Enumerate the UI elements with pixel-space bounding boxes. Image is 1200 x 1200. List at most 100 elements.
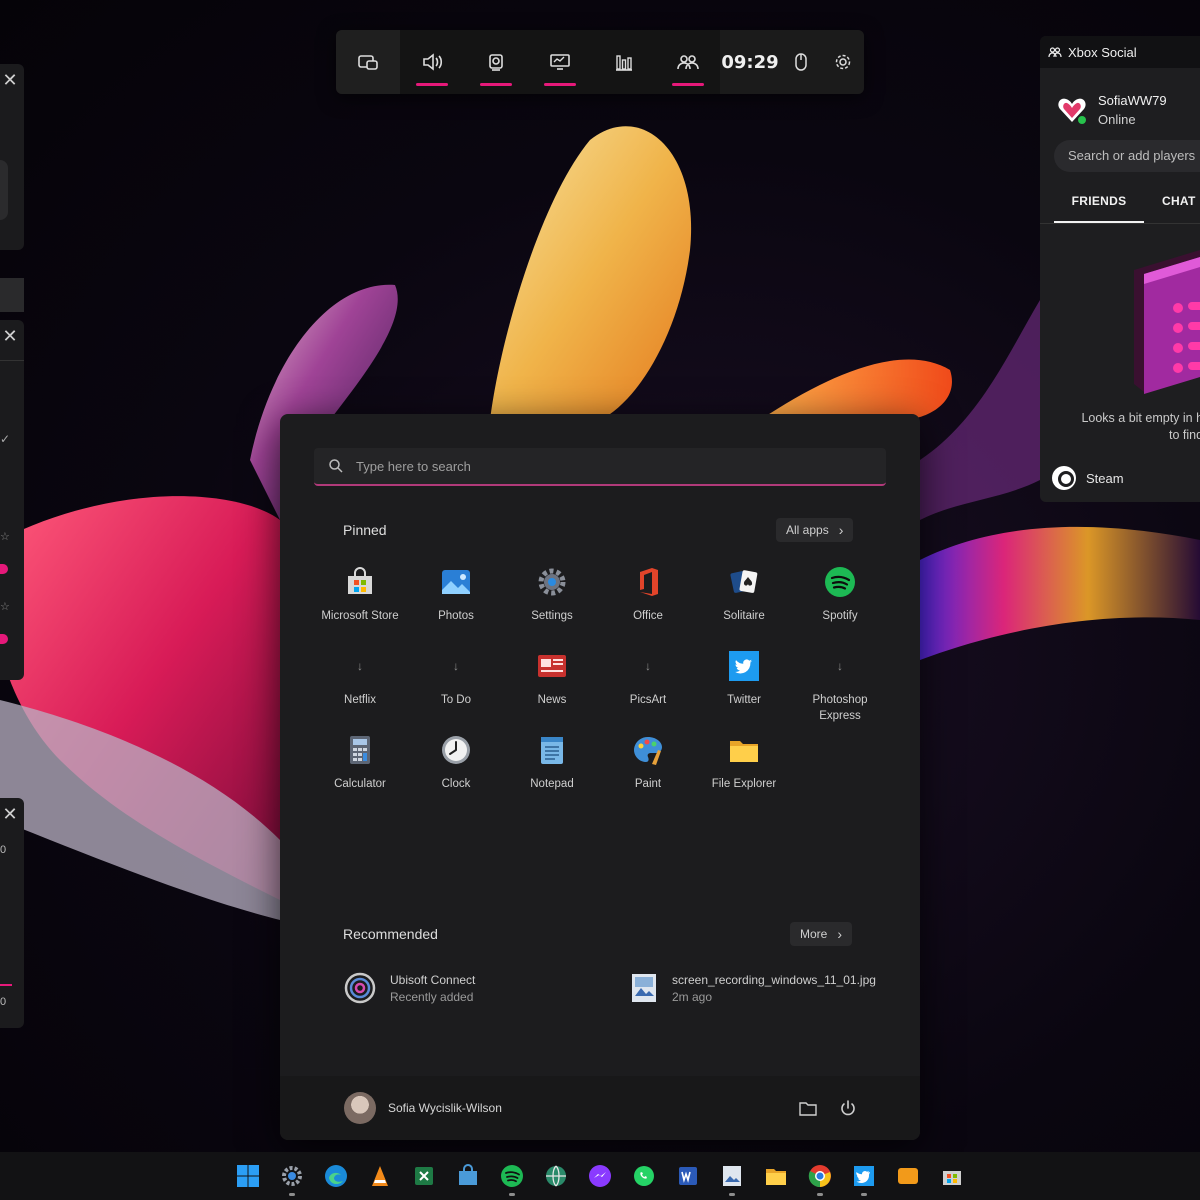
- close-icon[interactable]: ✕: [0, 70, 20, 90]
- app-label: Paint: [634, 778, 662, 790]
- more-label: More: [800, 927, 828, 941]
- close-icon[interactable]: ✕: [0, 804, 20, 824]
- app-spotify[interactable]: Spotify: [792, 560, 888, 644]
- app-twitter[interactable]: Twitter: [696, 644, 792, 728]
- taskbar-start[interactable]: [232, 1160, 264, 1192]
- taskbar-settings[interactable]: [276, 1160, 308, 1196]
- app-label: To Do: [440, 694, 472, 706]
- mouse-icon: [795, 53, 807, 71]
- social-user[interactable]: SofiaWW79 Online: [1040, 68, 1200, 140]
- power-icon[interactable]: [839, 1099, 857, 1117]
- app-calculator[interactable]: Calculator: [312, 728, 408, 812]
- recommended-title-text: Ubisoft Connect: [390, 972, 476, 987]
- widget-menu-button[interactable]: [336, 30, 400, 94]
- taskbar-messenger[interactable]: [584, 1160, 616, 1192]
- taskbar-ms-store[interactable]: [936, 1160, 968, 1192]
- active-indicator: [416, 83, 448, 86]
- performance-button[interactable]: [528, 30, 592, 94]
- taskbar-browser[interactable]: [540, 1160, 572, 1192]
- chevron-right-icon: ›: [837, 926, 843, 942]
- app-label: File Explorer: [711, 778, 777, 790]
- xbox-social-icon: [677, 55, 699, 70]
- running-indicator: [289, 1193, 295, 1196]
- left-widget-achievements: ✕ ✓ ☆ ☆: [0, 320, 24, 680]
- all-apps-button[interactable]: All apps ›: [776, 518, 854, 542]
- recommended-title-text: screen_recording_windows_11_01.jpg: [672, 972, 876, 987]
- app-picsart[interactable]: ↓ PicsArt: [600, 644, 696, 728]
- spotify-icon: [501, 1165, 523, 1187]
- app-netflix[interactable]: ↓ Netflix: [312, 644, 408, 728]
- recommended-item[interactable]: screen_recording_windows_11_01.jpg 2m ag…: [630, 972, 876, 1004]
- avatar[interactable]: [344, 1092, 376, 1124]
- taskbar-chrome[interactable]: [804, 1160, 836, 1196]
- notepad-icon: [536, 734, 568, 766]
- tab-friends[interactable]: FRIENDS: [1054, 186, 1144, 224]
- taskbar-spotify[interactable]: [496, 1160, 528, 1196]
- widget-bar: [0, 278, 24, 312]
- recommended-subtitle: Recently added: [390, 989, 474, 1004]
- taskbar-vlc[interactable]: [364, 1160, 396, 1192]
- download-icon: ↓: [453, 659, 459, 673]
- social-header: Xbox Social: [1040, 36, 1200, 68]
- active-indicator: [480, 83, 512, 86]
- app-notepad[interactable]: Notepad: [504, 728, 600, 812]
- start-search-input[interactable]: [356, 458, 856, 474]
- user-name[interactable]: Sofia Wycislik-Wilson: [388, 1101, 502, 1115]
- app-solitaire[interactable]: Solitaire: [696, 560, 792, 644]
- app-paint[interactable]: Paint: [600, 728, 696, 812]
- app-todo[interactable]: ↓ To Do: [408, 644, 504, 728]
- app-microsoft-store[interactable]: Microsoft Store: [312, 560, 408, 644]
- steam-link[interactable]: Steam: [1052, 466, 1200, 490]
- more-button[interactable]: More ›: [790, 922, 853, 946]
- close-icon[interactable]: ✕: [0, 326, 20, 346]
- social-title: Xbox Social: [1068, 44, 1137, 60]
- app-label: Netflix: [344, 694, 376, 706]
- taskbar-whatsapp[interactable]: [628, 1160, 660, 1192]
- taskbar-file-explorer[interactable]: [760, 1160, 792, 1192]
- settings-button[interactable]: [822, 30, 864, 94]
- taskbar-twitter[interactable]: [848, 1160, 880, 1196]
- taskbar-store[interactable]: [452, 1160, 484, 1192]
- recommended-item[interactable]: Ubisoft Connect Recently added: [344, 972, 475, 1004]
- app-orange-icon: [898, 1168, 918, 1184]
- app-photos[interactable]: Photos: [408, 560, 504, 644]
- audio-button[interactable]: [400, 30, 464, 94]
- app-news[interactable]: News: [504, 644, 600, 728]
- recommended-subtitle: 2m ago: [672, 989, 713, 1004]
- chrome-icon: [808, 1165, 831, 1188]
- word-icon: [679, 1167, 697, 1185]
- app-clock[interactable]: Clock: [408, 728, 504, 812]
- taskbar-snipping[interactable]: [716, 1160, 748, 1196]
- mouse-button[interactable]: [780, 30, 822, 94]
- start-footer: Sofia Wycislik-Wilson: [280, 1076, 920, 1140]
- app-settings[interactable]: Settings: [504, 560, 600, 644]
- tab-chat[interactable]: CHAT: [1162, 186, 1196, 224]
- app-office[interactable]: Office: [600, 560, 696, 644]
- social-search-input[interactable]: Search or add players: [1054, 140, 1200, 172]
- audio-icon: [423, 53, 443, 71]
- taskbar-app-orange[interactable]: [892, 1160, 924, 1192]
- folder-icon: [728, 734, 760, 766]
- tab-divider: [1040, 223, 1200, 224]
- app-file-explorer[interactable]: File Explorer: [696, 728, 792, 812]
- app-photoshop-express[interactable]: ↓ Photoshop Express: [792, 644, 888, 728]
- resources-button[interactable]: [592, 30, 656, 94]
- all-apps-label: All apps: [786, 523, 829, 537]
- active-indicator: [672, 83, 704, 86]
- steam-icon: [1052, 466, 1076, 490]
- steam-label: Steam: [1086, 470, 1124, 486]
- taskbar-word[interactable]: [672, 1160, 704, 1192]
- taskbar: [0, 1152, 1200, 1200]
- social-empty-message: Looks a bit empty in he to find f: [1040, 410, 1200, 444]
- capture-button[interactable]: [464, 30, 528, 94]
- taskbar-excel[interactable]: [408, 1160, 440, 1192]
- folder-outline-icon[interactable]: [799, 1100, 817, 1116]
- start-search[interactable]: [314, 448, 886, 486]
- app-label: Notepad: [530, 778, 574, 790]
- app-label: Spotify: [822, 610, 858, 622]
- xbox-social-button[interactable]: [656, 30, 720, 94]
- perf-value-top: 0: [0, 844, 7, 856]
- widget-menu-icon: [358, 55, 378, 70]
- taskbar-edge[interactable]: [320, 1160, 352, 1192]
- pinned-apps: Microsoft Store Photos Settings Office S…: [312, 560, 888, 812]
